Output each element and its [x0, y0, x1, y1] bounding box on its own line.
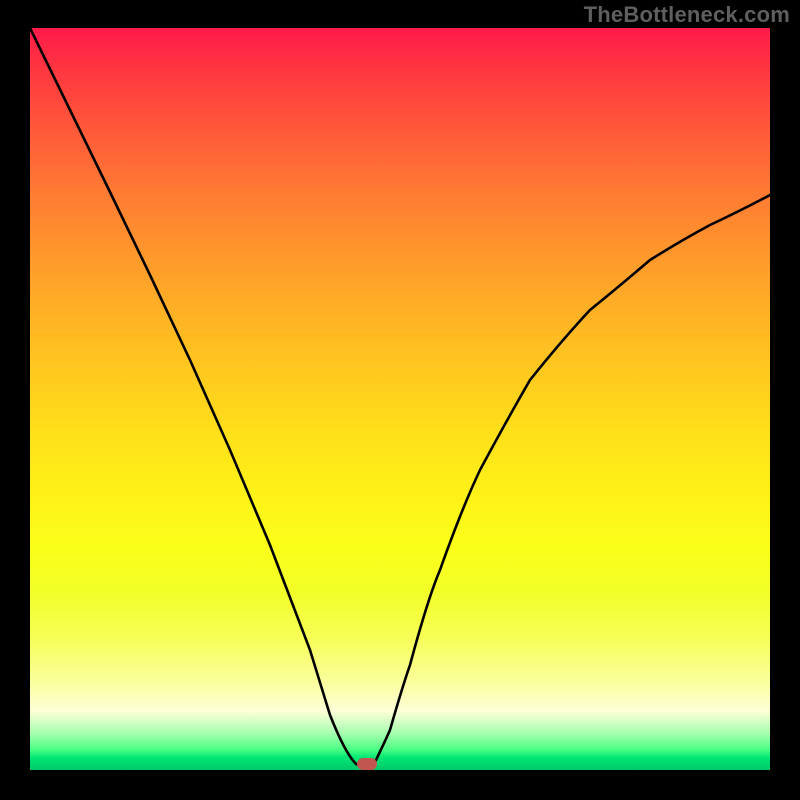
- min-point-marker: [357, 758, 377, 770]
- watermark-text: TheBottleneck.com: [584, 2, 790, 28]
- curve-right-branch: [374, 195, 770, 764]
- chart-frame: TheBottleneck.com: [0, 0, 800, 800]
- curve-left-branch: [30, 28, 374, 766]
- plot-area: [30, 28, 770, 770]
- curve-svg: [30, 28, 770, 770]
